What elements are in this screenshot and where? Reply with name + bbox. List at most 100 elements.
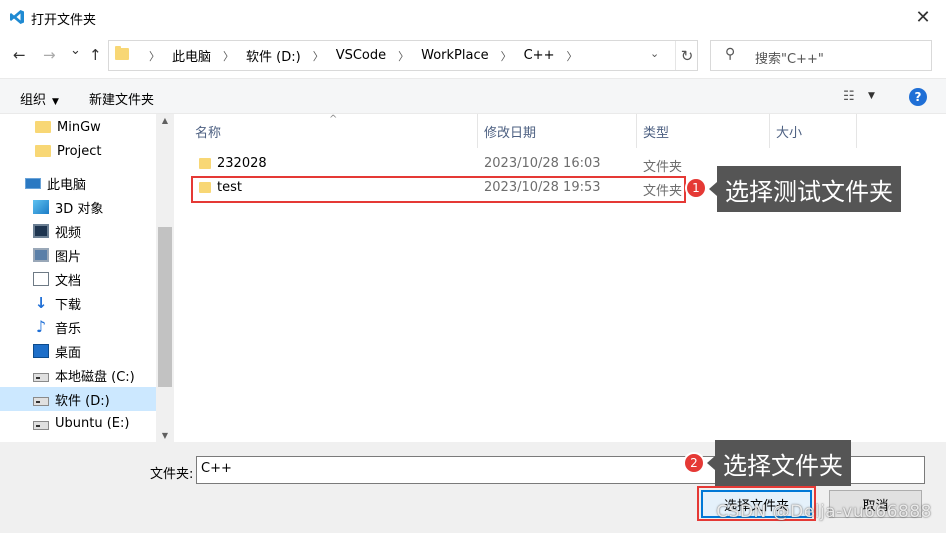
chevron-right-icon[interactable]: 〉 xyxy=(313,48,324,64)
breadcrumb-item-workplace[interactable]: WorkPlace xyxy=(421,48,488,63)
breadcrumb-item-drive-d[interactable]: 软件 (D:) xyxy=(246,46,301,65)
sidebar-item-label: 图片 xyxy=(55,249,82,265)
download-icon: ↓ xyxy=(34,294,48,312)
folder-icon xyxy=(199,158,211,169)
chevron-down-icon[interactable]: ▼ xyxy=(868,91,875,101)
drive-icon xyxy=(33,396,49,406)
sidebar-item-drive-d[interactable]: 软件 (D:) xyxy=(0,387,156,411)
music-icon: ♪ xyxy=(35,317,47,336)
sidebar-item-mingw[interactable]: MinGw xyxy=(0,115,156,139)
annotation-badge-1: 1 xyxy=(685,177,707,199)
column-header-name[interactable]: 名称 xyxy=(189,114,478,148)
sidebar-item-pictures[interactable]: 图片 xyxy=(0,243,156,267)
sidebar-item-label: 本地磁盘 (C:) xyxy=(55,369,135,385)
annotation-pointer xyxy=(709,182,717,196)
recent-locations-icon[interactable]: ⌄ xyxy=(70,43,81,58)
sidebar-item-label: 3D 对象 xyxy=(55,201,104,217)
breadcrumb-item-cpp[interactable]: C++ xyxy=(524,48,555,63)
search-input[interactable]: ⚲ 搜索"C++" xyxy=(710,40,932,71)
scrollbar-thumb[interactable] xyxy=(158,227,172,387)
new-folder-button[interactable]: 新建文件夹 xyxy=(89,89,154,108)
file-name: 232028 xyxy=(217,156,267,171)
file-type: 文件夹 xyxy=(643,160,683,175)
address-bar[interactable]: 〉 此电脑 〉 软件 (D:) 〉 VSCode 〉 WorkPlace 〉 C… xyxy=(108,40,698,71)
chevron-right-icon[interactable]: 〉 xyxy=(223,48,234,64)
folder-icon xyxy=(35,145,51,157)
back-icon[interactable]: ← xyxy=(13,46,26,64)
forward-icon[interactable]: → xyxy=(43,46,56,64)
video-icon xyxy=(33,224,49,238)
breadcrumb-item-this-pc[interactable]: 此电脑 xyxy=(172,46,211,65)
sidebar-item-drive-e[interactable]: Ubuntu (E:) xyxy=(0,411,156,435)
pictures-icon xyxy=(33,248,49,262)
column-header-size[interactable]: 大小 xyxy=(770,114,857,148)
refresh-button[interactable]: ↻ xyxy=(675,41,698,70)
annotation-badge-2: 2 xyxy=(683,452,705,474)
file-row[interactable]: 232028 2023/10/28 16:03 文件夹 xyxy=(193,153,688,175)
annotation-pointer xyxy=(707,456,715,470)
view-options-icon[interactable]: ☷ xyxy=(843,89,855,104)
up-icon[interactable]: ↑ xyxy=(89,46,102,64)
chevron-right-icon[interactable]: 〉 xyxy=(501,48,512,64)
drive-icon xyxy=(33,420,49,430)
sidebar-item-music[interactable]: ♪ 音乐 xyxy=(0,315,156,339)
sidebar-item-label: 软件 (D:) xyxy=(55,393,110,409)
scroll-up-icon[interactable]: ▲ xyxy=(156,116,174,125)
sidebar-item-videos[interactable]: 视频 xyxy=(0,219,156,243)
sidebar-item-documents[interactable]: 文档 xyxy=(0,267,156,291)
organize-button[interactable]: 组织 ▼ xyxy=(20,89,59,108)
chevron-down-icon: ▼ xyxy=(52,97,59,107)
scroll-down-icon[interactable]: ▼ xyxy=(156,431,174,440)
column-header-date[interactable]: 修改日期 xyxy=(478,114,637,148)
sidebar-item-label: MinGw xyxy=(57,119,101,135)
file-date: 2023/10/28 16:03 xyxy=(484,156,601,171)
sidebar-item-label: 下载 xyxy=(55,297,82,313)
breadcrumb-item-vscode[interactable]: VSCode xyxy=(336,48,386,63)
desktop-icon xyxy=(33,344,49,358)
annotation-label-2: 选择文件夹 xyxy=(715,440,851,486)
toolbar: 组织 ▼ 新建文件夹 ☷ ▼ ? xyxy=(0,78,946,114)
sidebar-item-this-pc[interactable]: 此电脑 xyxy=(0,171,156,195)
window-title: 打开文件夹 xyxy=(31,13,97,28)
sidebar-item-desktop[interactable]: 桌面 xyxy=(0,339,156,363)
sidebar-item-label: Project xyxy=(57,143,102,159)
file-list: ^ 名称 修改日期 类型 大小 232028 2023/10/28 16:03 … xyxy=(175,114,946,442)
sidebar-item-label: Ubuntu (E:) xyxy=(55,415,130,431)
sidebar-item-downloads[interactable]: ↓ 下载 xyxy=(0,291,156,315)
annotation-label-1: 选择测试文件夹 xyxy=(717,166,901,212)
sidebar-item-project[interactable]: Project xyxy=(0,139,156,163)
close-button[interactable]: ✕ xyxy=(900,0,946,34)
sidebar-item-label: 视频 xyxy=(55,225,82,241)
3d-objects-icon xyxy=(33,200,49,214)
sidebar-scrollbar[interactable]: ▲ ▼ xyxy=(156,114,174,442)
refresh-icon: ↻ xyxy=(680,46,694,65)
title-bar: 打开文件夹 ✕ xyxy=(0,0,946,34)
sidebar-item-3d-objects[interactable]: 3D 对象 xyxy=(0,195,156,219)
chevron-right-icon[interactable]: 〉 xyxy=(398,48,409,64)
vscode-icon xyxy=(10,10,24,24)
breadcrumb: 〉 此电脑 〉 软件 (D:) 〉 VSCode 〉 WorkPlace 〉 C… xyxy=(137,41,589,70)
sidebar-item-label: 此电脑 xyxy=(47,177,87,193)
search-icon: ⚲ xyxy=(725,46,736,62)
sidebar-item-label: 桌面 xyxy=(55,345,82,361)
annotation-highlight-test-row xyxy=(191,176,686,203)
chevron-right-icon[interactable]: 〉 xyxy=(566,48,577,64)
organize-label: 组织 xyxy=(20,93,47,108)
help-icon[interactable]: ? xyxy=(909,88,927,106)
sidebar-item-drive-c[interactable]: 本地磁盘 (C:) xyxy=(0,363,156,387)
close-icon: ✕ xyxy=(915,6,931,28)
search-placeholder: 搜索"C++" xyxy=(755,52,824,67)
navigation-pane: MinGw Project 此电脑 3D 对象 视频 图片 文档 ↓ 下载 ♪ … xyxy=(0,114,174,442)
sidebar-item-label: 音乐 xyxy=(55,321,82,337)
chevron-right-icon[interactable]: 〉 xyxy=(149,48,160,64)
computer-icon xyxy=(25,177,41,189)
folder-icon xyxy=(35,121,51,133)
sidebar-item-label: 文档 xyxy=(55,273,82,289)
watermark: CSDN @Delja-vu666888 xyxy=(716,502,932,522)
column-header-type[interactable]: 类型 xyxy=(637,114,770,148)
address-dropdown-icon[interactable]: ⌄ xyxy=(650,47,659,60)
drive-icon xyxy=(33,372,49,382)
folder-label: 文件夹: xyxy=(150,467,194,482)
folder-icon xyxy=(115,46,129,60)
documents-icon xyxy=(33,272,49,286)
